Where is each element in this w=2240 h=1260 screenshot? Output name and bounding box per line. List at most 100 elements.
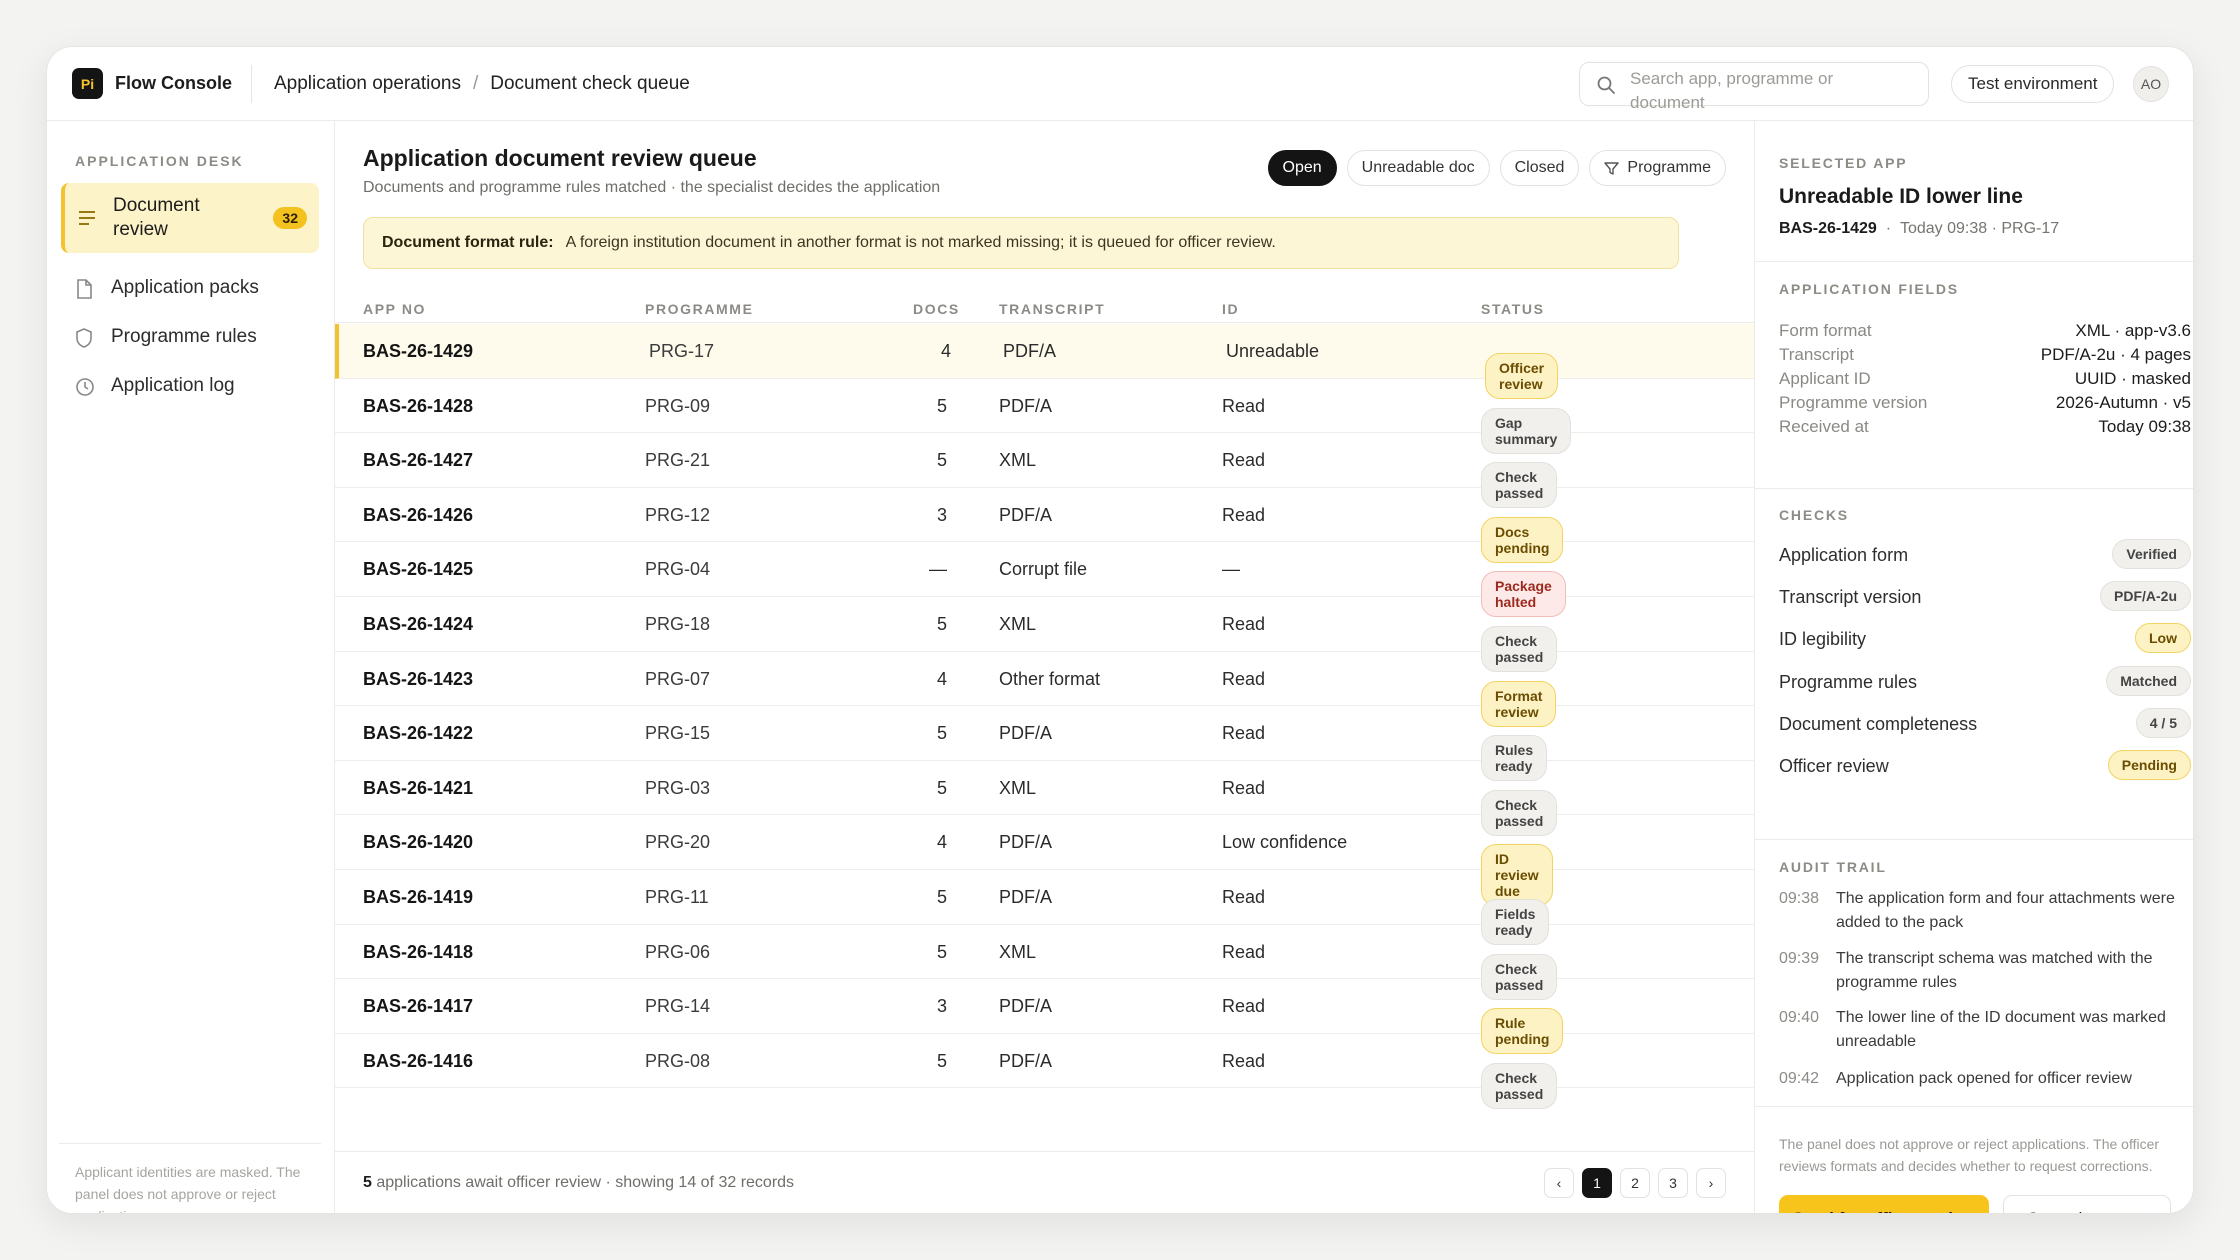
cell-id: Read	[1222, 723, 1266, 744]
list-icon	[79, 211, 95, 225]
column-programme[interactable]: PROGRAMME	[645, 301, 754, 317]
panel-divider	[1755, 839, 2193, 840]
cell-transcript: PDF/A	[999, 996, 1053, 1017]
table-row[interactable]: BAS-26-1421 PRG-03 5 XML Read Check passed	[335, 761, 1754, 836]
audit-time: 09:39	[1779, 950, 1820, 967]
count-badge: 32	[273, 207, 307, 229]
table-row[interactable]: BAS-26-1425 PRG-04— Corrupt file — Package h…	[335, 542, 1754, 618]
page-2-button[interactable]: 2	[1620, 1168, 1650, 1198]
cell-transcript: Other format	[999, 668, 1101, 689]
cell-id: Read	[1222, 996, 1266, 1017]
table-header: APP NO PROGRAMME DOCS TRANSCRIPT ID STAT…	[335, 289, 1754, 323]
audit-time: 09:38	[1779, 890, 1820, 907]
detail-panel: SELECTED APP Unreadable ID lower line BA…	[1755, 121, 2193, 1213]
page-3-button[interactable]: 3	[1658, 1168, 1688, 1198]
table-row[interactable]: BAS-26-1416 PRG-08 5 PDF/A Read Check passed	[335, 1034, 1754, 1109]
field-value: XML · app-v3.6	[2075, 321, 2191, 340]
sidebar-item-programme-rules[interactable]: Programme rules	[61, 314, 319, 360]
cell-transcript: PDF/A	[999, 1050, 1053, 1071]
cell-app-no: BAS-26-1427	[363, 450, 474, 471]
cell-transcript: PDF/A	[999, 395, 1053, 416]
cell-transcript: XML	[999, 450, 1037, 471]
sidebar-item-label: Application packs	[111, 277, 259, 298]
table-row[interactable]: BAS-26-1419 PRG-11 5 PDF/A Read Fields ready	[335, 870, 1754, 945]
cell-programme: PRG-21	[645, 450, 711, 471]
cell-transcript: PDF/A	[999, 886, 1053, 907]
column-id[interactable]: ID	[1222, 301, 1239, 317]
open-document-button[interactable]: Open document	[2003, 1195, 2171, 1213]
check-row: Transcript version PDF/A-2u	[1779, 581, 2193, 613]
sidebar-item-application-packs[interactable]: Application packs	[61, 265, 319, 311]
records-summary-text: applications await officer review · show…	[376, 1174, 795, 1191]
audit-time: 09:40	[1779, 1009, 1820, 1026]
check-label: Officer review	[1779, 756, 1889, 776]
table-row[interactable]: BAS-26-1423 PRG-07 4 Other format Read Format…	[335, 652, 1754, 727]
cell-app-no: BAS-26-1417	[363, 996, 474, 1017]
cell-programme: PRG-17	[649, 341, 715, 361]
table-row[interactable]: BAS-26-1417 PRG-14 3 PDF/A Read Rule pending	[335, 979, 1754, 1055]
cell-id: Read	[1222, 450, 1266, 471]
filter-unreadable-doc[interactable]: Unreadable doc	[1346, 150, 1490, 186]
queue-table: BAS-26-1429 PRG-17 4 PDF/A Unreadable Officer…	[335, 324, 1754, 1109]
sidebar-item-label: Programme rules	[111, 326, 257, 347]
page-next-button[interactable]: ›	[1696, 1168, 1726, 1198]
column-app-no[interactable]: APP NO	[363, 301, 426, 317]
column-transcript[interactable]: TRANSCRIPT	[999, 301, 1105, 317]
table-row[interactable]: BAS-26-1424 PRG-18 5 XML Read Check passed	[335, 597, 1754, 672]
field-value: PDF/A-2u · 4 pages	[2040, 345, 2191, 364]
sidebar-item-document-review[interactable]: Document review 32	[61, 183, 319, 253]
table-row[interactable]: BAS-26-1428 PRG-09 5 PDF/A Read Gap summary	[335, 379, 1754, 454]
audit-text: Application pack opened for officer revi…	[1836, 1070, 2132, 1087]
filter-open[interactable]: Open	[1267, 150, 1337, 186]
breadcrumb-item-operations[interactable]: Application operations	[274, 73, 461, 95]
avatar[interactable]: AO	[2133, 66, 2169, 102]
sidebar-title: APPLICATION DESK	[75, 153, 244, 169]
checks-title: CHECKS	[1779, 507, 1849, 523]
cell-docs: 4	[936, 832, 947, 853]
filter-programme[interactable]: Programme	[1589, 150, 1726, 186]
cell-programme: PRG-20	[645, 832, 711, 853]
cell-app-no: BAS-26-1420	[363, 832, 474, 853]
field-label: Applicant ID	[1779, 369, 1871, 388]
cell-docs: 5	[936, 613, 947, 634]
cell-programme: PRG-08	[645, 1050, 711, 1071]
table-row[interactable]: BAS-26-1427 PRG-21 5 XML Read Check passed	[335, 433, 1754, 509]
cell-app-no: BAS-26-1418	[363, 941, 474, 962]
cell-docs: —	[929, 559, 947, 580]
column-docs[interactable]: DOCS	[913, 301, 960, 317]
column-status[interactable]: STATUS	[1481, 301, 1545, 317]
cell-id: Low confidence	[1222, 832, 1348, 853]
table-row[interactable]: BAS-26-1429 PRG-17 4 PDF/A Unreadable Officer…	[335, 324, 1754, 399]
table-row[interactable]: BAS-26-1426 PRG-12 3 PDF/A Read Docs pending	[335, 488, 1754, 563]
cell-id: Read	[1222, 941, 1266, 962]
cell-app-no: BAS-26-1429	[363, 341, 474, 361]
table-row[interactable]: BAS-26-1420 PRG-20 4 PDF/A Low confidence ID …	[335, 815, 1754, 907]
cell-transcript: XML	[999, 941, 1037, 962]
cell-id: Read	[1222, 777, 1266, 798]
search-input[interactable]: Search app, programme or document	[1579, 62, 1929, 112]
check-label: Document completeness	[1779, 713, 1978, 734]
page-1-button[interactable]: 1	[1582, 1168, 1612, 1198]
cell-id: Read	[1222, 886, 1266, 907]
panel-divider	[1755, 1106, 2193, 1107]
cell-docs: 5	[936, 723, 947, 744]
send-for-officer-review-button[interactable]: Send for officer review	[1779, 1195, 1989, 1213]
check-row: Application form Verified	[1779, 539, 2193, 571]
page-prev-button[interactable]: ‹	[1544, 1168, 1574, 1198]
fields-title: APPLICATION FIELDS	[1779, 281, 1959, 297]
notice-text: A foreign institution document in anothe…	[565, 234, 1276, 251]
header-divider	[251, 65, 252, 103]
cell-programme: PRG-09	[645, 395, 711, 416]
cell-programme: PRG-15	[645, 723, 711, 744]
cell-id: —	[1222, 559, 1240, 580]
check-row: Document completeness 4 / 5	[1779, 707, 2193, 740]
cell-app-no: BAS-26-1422	[363, 723, 474, 744]
filter-closed[interactable]: Closed	[1499, 150, 1580, 186]
environment-switcher[interactable]: Test environment	[1951, 65, 2115, 103]
table-row[interactable]: BAS-26-1418 PRG-06 5 XML Read Check passed	[335, 925, 1754, 1000]
cell-programme: PRG-07	[645, 668, 711, 689]
field-value: UUID · masked	[2074, 369, 2191, 388]
sidebar-item-application-log[interactable]: Application log	[61, 363, 319, 409]
audit-text: The lower line of the ID document was ma…	[1836, 1009, 2166, 1050]
table-row[interactable]: BAS-26-1422 PRG-15 5 PDF/A Read Rules ready	[335, 706, 1754, 782]
